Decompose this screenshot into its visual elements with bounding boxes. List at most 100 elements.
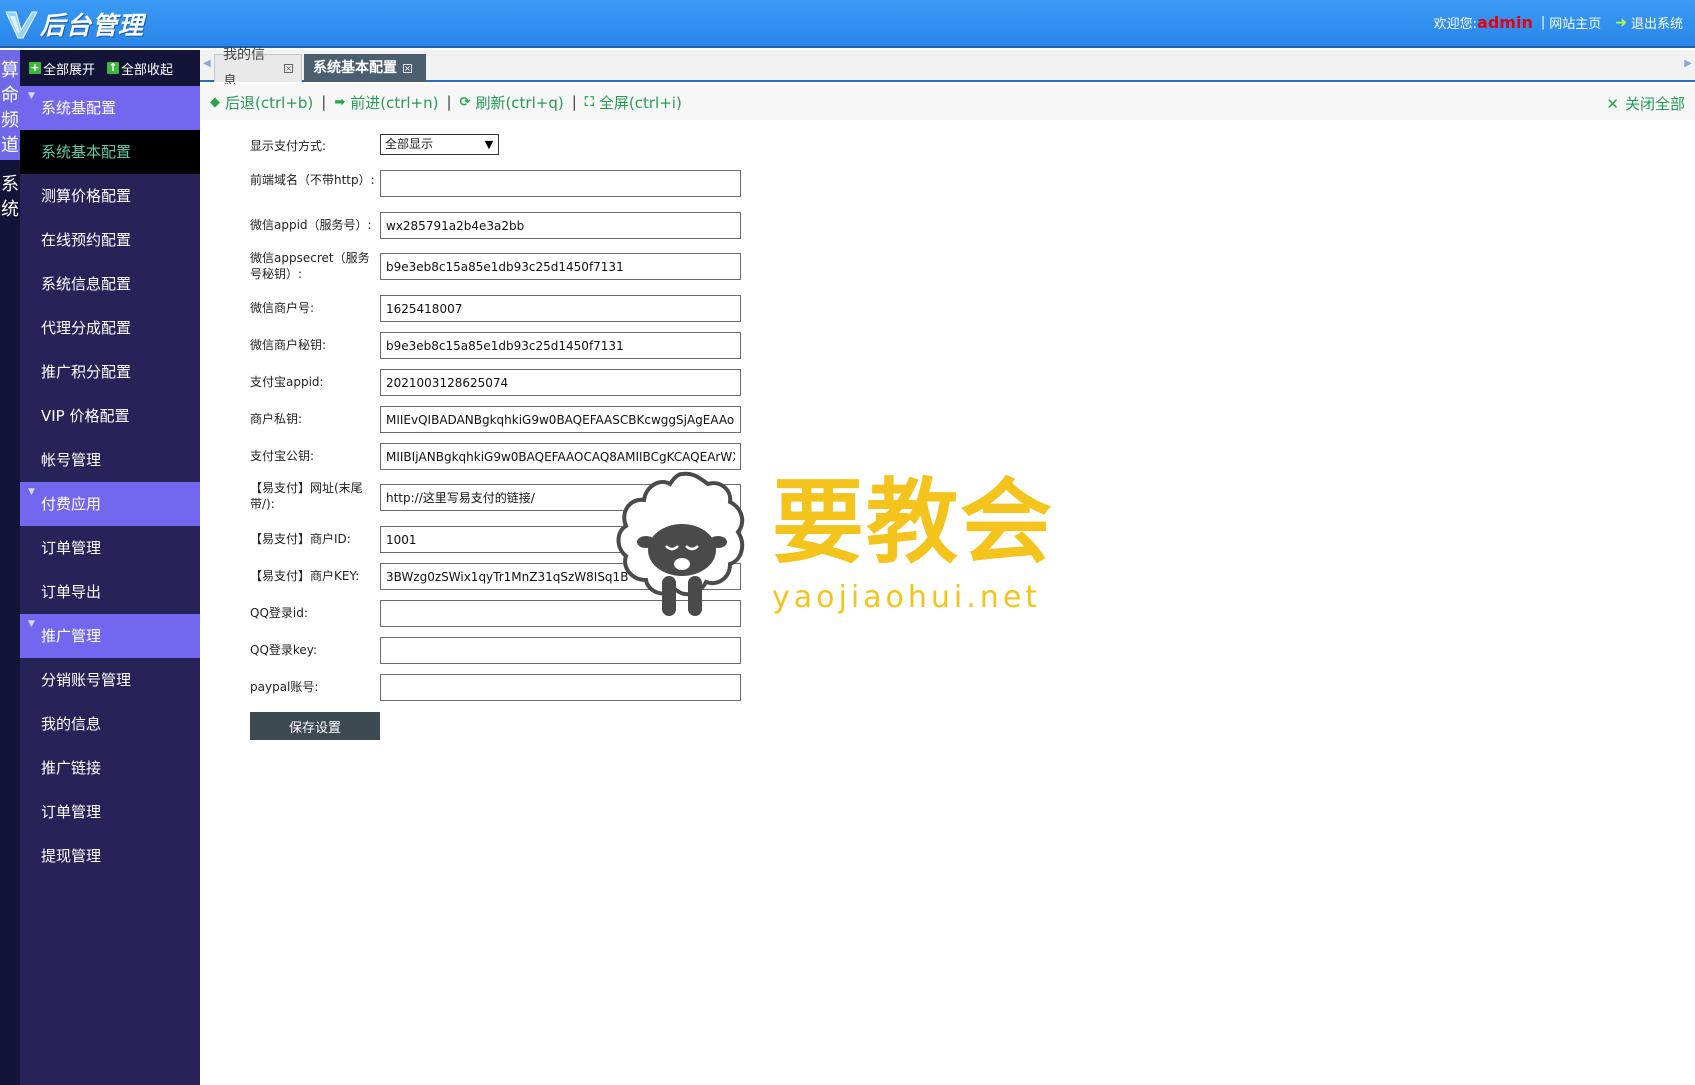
expand-all-label: 全部展开	[43, 62, 96, 78]
collapse-all-label: 全部收起	[121, 62, 174, 78]
refresh-icon: ⟳	[459, 94, 471, 110]
separator: |	[571, 93, 577, 111]
merchant-private-key-input[interactable]	[380, 406, 741, 433]
wechat-merchant-id-input[interactable]	[380, 295, 741, 322]
tab-label: 系统基本配置	[313, 60, 397, 76]
field-label: 微信appid（服务号）:	[250, 218, 372, 232]
tabs-bar: ◀ 我的信息 × 系统基本配置 × ▶	[200, 47, 1695, 90]
sidebar-item[interactable]: 帐号管理	[20, 438, 200, 482]
sidebar-item[interactable]: 订单管理	[20, 526, 200, 570]
collapse-all-button[interactable]: ↑ 全部收起	[107, 59, 173, 78]
field-label: 支付宝公钥:	[250, 449, 315, 463]
logout-icon: ➜	[1615, 14, 1627, 31]
back-label: 后退(ctrl+b)	[225, 93, 314, 112]
field-label: paypal账号:	[250, 680, 319, 694]
refresh-label: 刷新(ctrl+q)	[475, 93, 564, 112]
close-all-label: 关闭全部	[1624, 95, 1685, 113]
sidebar-item[interactable]: 分销账号管理	[20, 658, 200, 702]
menu-group-paid-apps[interactable]: ▼ 付费应用	[20, 482, 200, 526]
sidebar-item[interactable]: 推广链接	[20, 746, 200, 790]
menu-group-promotion[interactable]: ▼ 推广管理	[20, 614, 200, 658]
sidebar-item[interactable]: 提现管理	[20, 834, 200, 878]
field-label: 【易支付】网址(末尾带/):	[250, 481, 363, 511]
fullscreen-label: 全屏(ctrl+i)	[598, 93, 682, 112]
group-label: 系统基配置	[41, 99, 117, 117]
tab-my-info[interactable]: 我的信息 ×	[214, 47, 302, 90]
field-label: 【易支付】商户ID:	[250, 532, 351, 546]
watermark: 要教会 yaojiaohui.net	[612, 466, 1072, 626]
sheep-icon	[616, 471, 745, 616]
arrow-right-icon: ➡	[334, 94, 346, 110]
channel-system[interactable]: 系统	[0, 160, 20, 222]
menu-group-system[interactable]: ▼ 系统基配置	[20, 86, 200, 130]
field-label: 支付宝appid:	[250, 375, 324, 389]
channel-suanming[interactable]: 算命频道	[0, 50, 20, 160]
wechat-appid-input[interactable]	[380, 212, 741, 239]
separator: |	[446, 93, 452, 111]
chevron-down-icon: ▼	[28, 91, 35, 101]
chevron-down-icon: ▼	[484, 138, 494, 151]
channel-strip: 算命频道 系统	[0, 50, 20, 1085]
sidebar-item[interactable]: 系统信息配置	[20, 262, 200, 306]
qq-login-key-input[interactable]	[380, 637, 741, 664]
frontend-domain-input[interactable]	[380, 170, 741, 197]
field-label: 前端域名（不带http）:	[250, 173, 375, 187]
refresh-button[interactable]: ⟳ 刷新(ctrl+q)	[460, 92, 564, 113]
sidebar-item[interactable]: 测算价格配置	[20, 174, 200, 218]
sidebar-item[interactable]: 在线预约配置	[20, 218, 200, 262]
save-button[interactable]: 保存设置	[250, 712, 380, 740]
sidebar-item[interactable]: 订单管理	[20, 790, 200, 834]
scroll-left-icon[interactable]: ◀	[203, 58, 211, 69]
group-label: 付费应用	[41, 495, 102, 513]
separator: |	[321, 93, 327, 111]
sidebar-menu: + 全部展开 ↑ 全部收起 ▼ 系统基配置 系统基本配置 测算价格配置 在线预约…	[20, 50, 200, 1085]
sidebar-item[interactable]: 代理分成配置	[20, 306, 200, 350]
close-all-button[interactable]: ✕ 关闭全部	[1606, 93, 1685, 114]
close-icon: ✕	[1606, 94, 1619, 113]
tab-system-config[interactable]: 系统基本配置 ×	[304, 54, 426, 82]
back-button[interactable]: ◆ 后退(ctrl+b)	[210, 92, 313, 113]
sidebar-item[interactable]: VIP 价格配置	[20, 394, 200, 438]
fullscreen-button[interactable]: ⛶ 全屏(ctrl+i)	[585, 92, 682, 113]
paypal-account-input[interactable]	[380, 674, 741, 701]
alipay-appid-input[interactable]	[380, 369, 741, 396]
chevron-down-icon: ▼	[28, 487, 35, 497]
field-label: 显示支付方式:	[250, 139, 327, 153]
logout-link[interactable]: 退出系统	[1631, 13, 1683, 32]
fullscreen-icon: ⛶	[584, 94, 594, 110]
user-bar: 欢迎您: admin | 网站主页 ➜ 退出系统	[1434, 13, 1683, 32]
logo: 后台管理	[4, 6, 144, 42]
field-label: 商户私钥:	[250, 412, 303, 426]
plus-icon: +	[29, 61, 41, 74]
wechat-appsecret-input[interactable]	[380, 253, 741, 280]
forward-label: 前进(ctrl+n)	[350, 93, 439, 112]
arrow-left-icon: ◆	[210, 94, 220, 110]
logo-text: 后台管理	[40, 11, 145, 40]
watermark-url: yaojiaohui.net	[772, 580, 1042, 615]
group-label: 推广管理	[41, 627, 102, 645]
sidebar-item[interactable]: 系统基本配置	[20, 130, 200, 174]
toolbar: ◆ 后退(ctrl+b) | ➡ 前进(ctrl+n) | ⟳ 刷新(ctrl+…	[200, 84, 1695, 120]
forward-button[interactable]: ➡ 前进(ctrl+n)	[334, 92, 438, 113]
sidebar-item[interactable]: 推广积分配置	[20, 350, 200, 394]
close-icon[interactable]: ×	[284, 64, 293, 73]
field-label: QQ登录key:	[250, 643, 318, 657]
field-label: 微信商户号:	[250, 301, 315, 315]
minus-icon: ↑	[107, 61, 120, 74]
field-label: QQ登录id:	[250, 606, 308, 620]
select-value: 全部显示	[385, 137, 434, 151]
field-label: 微信商户秘钥:	[250, 338, 327, 352]
close-icon[interactable]: ×	[403, 64, 412, 73]
wechat-merchant-key-input[interactable]	[380, 332, 741, 359]
field-label: 【易支付】商户KEY:	[250, 569, 360, 583]
scroll-right-icon[interactable]: ▶	[1684, 58, 1692, 69]
app-window: 后台管理 欢迎您: admin | 网站主页 ➜ 退出系统 算命频道 系统 + …	[0, 0, 1695, 1085]
home-link[interactable]: 网站主页	[1549, 13, 1601, 32]
watermark-text: 要教会	[772, 468, 1055, 576]
sidebar-item[interactable]: 我的信息	[20, 702, 200, 746]
sidebar-item[interactable]: 订单导出	[20, 570, 200, 614]
expand-all-button[interactable]: + 全部展开	[29, 59, 95, 78]
separator: |	[1540, 15, 1546, 30]
username: admin	[1477, 13, 1533, 32]
pay-mode-select[interactable]: 全部显示 ▼	[380, 134, 499, 155]
